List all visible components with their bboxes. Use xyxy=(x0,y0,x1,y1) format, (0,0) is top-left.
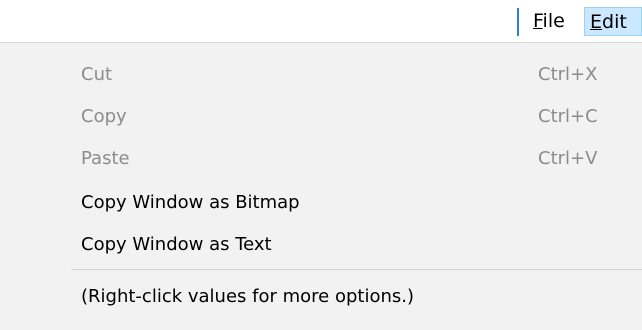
menu-item-cut[interactable]: Cut Ctrl+X xyxy=(0,55,642,95)
menu-item-paste-label: Paste xyxy=(81,148,130,169)
menu-file[interactable]: File xyxy=(528,7,584,36)
menu-item-copy[interactable]: Copy Ctrl+C xyxy=(0,97,642,137)
menu-item-paste-shortcut: Ctrl+V xyxy=(538,148,598,169)
menu-item-copy-label: Copy xyxy=(81,106,127,127)
menu-bar: File Edit xyxy=(0,0,642,42)
menu-edit-label-rest: dit xyxy=(602,11,627,33)
menu-item-copy-window-bitmap[interactable]: Copy Window as Bitmap xyxy=(0,183,642,223)
app-canvas: File Edit Cut Ctrl+X Copy Ctrl+C Paste C… xyxy=(0,0,642,330)
menu-item-copy-window-bitmap-label: Copy Window as Bitmap xyxy=(81,192,300,213)
menu-note: (Right-click values for more options.) xyxy=(81,286,414,307)
menu-file-mnemonic: F xyxy=(533,10,543,32)
menu-item-copy-shortcut: Ctrl+C xyxy=(538,106,598,127)
menu-item-copy-window-text-label: Copy Window as Text xyxy=(81,234,272,255)
menu-edit[interactable]: Edit xyxy=(584,7,642,36)
menu-item-cut-label: Cut xyxy=(81,64,113,85)
menu-item-paste[interactable]: Paste Ctrl+V xyxy=(0,139,642,179)
menu-bar-separator xyxy=(517,8,519,36)
menu-separator xyxy=(71,269,642,270)
menu-item-cut-shortcut: Ctrl+X xyxy=(538,64,598,85)
edit-menu-dropdown: Cut Ctrl+X Copy Ctrl+C Paste Ctrl+V Copy… xyxy=(0,42,642,330)
menu-edit-mnemonic: E xyxy=(590,11,603,33)
menu-item-copy-window-text[interactable]: Copy Window as Text xyxy=(0,225,642,265)
menu-file-label-rest: ile xyxy=(542,10,565,32)
